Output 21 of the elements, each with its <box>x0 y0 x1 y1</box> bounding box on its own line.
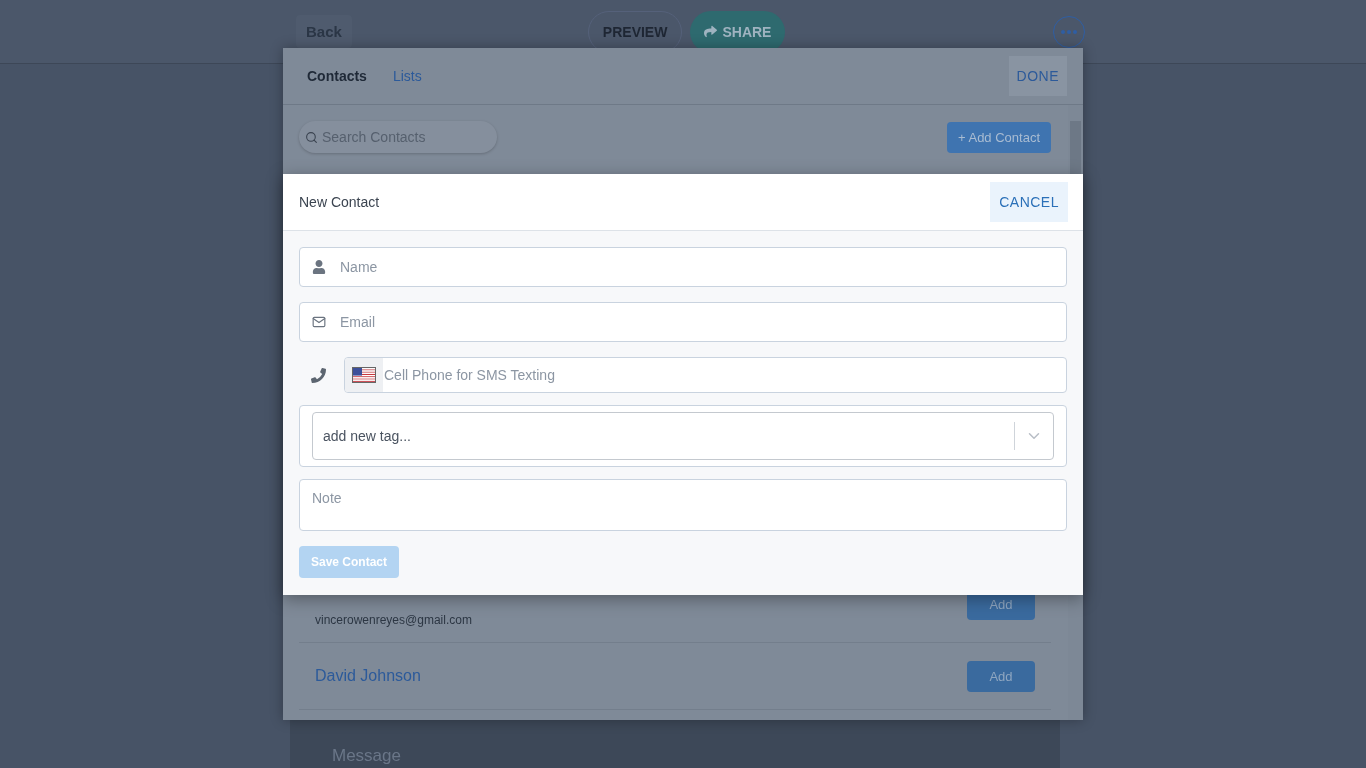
us-flag-icon <box>352 367 376 383</box>
search-icon <box>305 130 318 144</box>
person-icon <box>312 260 326 274</box>
contact-email: vincerowenreyes@gmail.com <box>315 613 472 627</box>
name-field[interactable]: Name <box>299 247 1067 287</box>
phone-field[interactable]: Cell Phone for SMS Texting <box>344 357 1067 393</box>
contact-row[interactable]: David Johnson Add <box>299 643 1051 710</box>
cancel-button[interactable]: CANCEL <box>990 182 1068 222</box>
contact-name: David Johnson <box>315 667 421 685</box>
dialog-title: New Contact <box>299 194 380 210</box>
share-icon <box>704 25 718 38</box>
tag-select[interactable]: add new tag... <box>312 412 1054 460</box>
add-contact-button[interactable]: + Add Contact <box>946 121 1051 153</box>
note-field[interactable]: Note <box>299 479 1067 531</box>
dialog-tab[interactable]: Contacts <box>307 68 367 84</box>
mail-icon <box>312 315 326 329</box>
phone-icon <box>311 367 326 383</box>
add-button[interactable]: Add <box>967 660 1035 692</box>
email-field[interactable]: Email <box>299 302 1067 342</box>
dialog-tab[interactable]: Lists <box>392 68 422 84</box>
done-button[interactable]: DONE <box>1008 56 1067 96</box>
